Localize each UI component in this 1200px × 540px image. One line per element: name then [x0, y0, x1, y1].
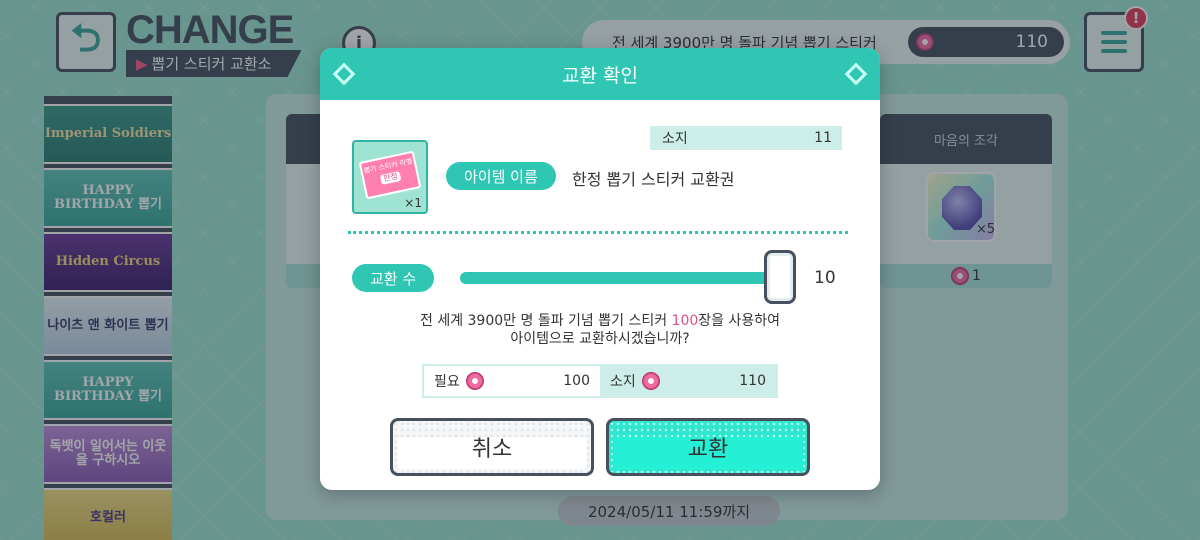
sticker-icon [641, 372, 660, 390]
required-cost: 필요 100 [424, 366, 600, 396]
cost-summary: 필요 100 소지 110 [422, 364, 778, 398]
required-amount-highlight: 100 [671, 313, 699, 329]
owned-label: 소지 [662, 131, 688, 147]
required-label: 필요 [434, 374, 460, 390]
exchange-confirm-dialog: 교환 확인 소지 11 뽑기 스티커 라벨 한정 ×1 아이템 이름 한정 뽑기… [320, 48, 880, 490]
owned-cost: 소지 110 [600, 366, 776, 396]
required-value: 100 [563, 373, 590, 389]
owned-value: 11 [814, 130, 832, 146]
owned-cost-label: 소지 [610, 374, 636, 390]
diamond-icon [844, 62, 868, 86]
divider [348, 231, 848, 234]
item-quantity: ×1 [404, 196, 422, 210]
owned-count: 소지 11 [650, 126, 842, 150]
exchange-count-label: 교환 수 [352, 264, 435, 292]
ticket-icon: 뽑기 스티커 라벨 한정 [358, 150, 422, 200]
owned-cost-value: 110 [739, 373, 766, 389]
dialog-header: 교환 확인 [320, 48, 880, 100]
confirm-message: 전 세계 3900만 명 돌파 기념 뽑기 스티커 100장을 사용하여 아이템… [419, 313, 781, 347]
item-thumbnail: 뽑기 스티커 라벨 한정 ×1 [352, 140, 428, 214]
item-name: 한정 뽑기 스티커 교환권 [572, 170, 735, 189]
sticker-icon [465, 372, 484, 390]
ticket-tag: 한정 [379, 170, 402, 185]
slider-handle[interactable] [764, 250, 796, 304]
diamond-icon [332, 62, 356, 86]
exchange-count-value: 10 [814, 268, 836, 288]
exchange-button[interactable]: 교환 [606, 418, 810, 476]
dialog-title: 교환 확인 [562, 64, 638, 87]
exchange-count-slider[interactable] [460, 272, 776, 284]
item-name-label: 아이템 이름 [446, 162, 556, 190]
cancel-button[interactable]: 취소 [390, 418, 594, 476]
